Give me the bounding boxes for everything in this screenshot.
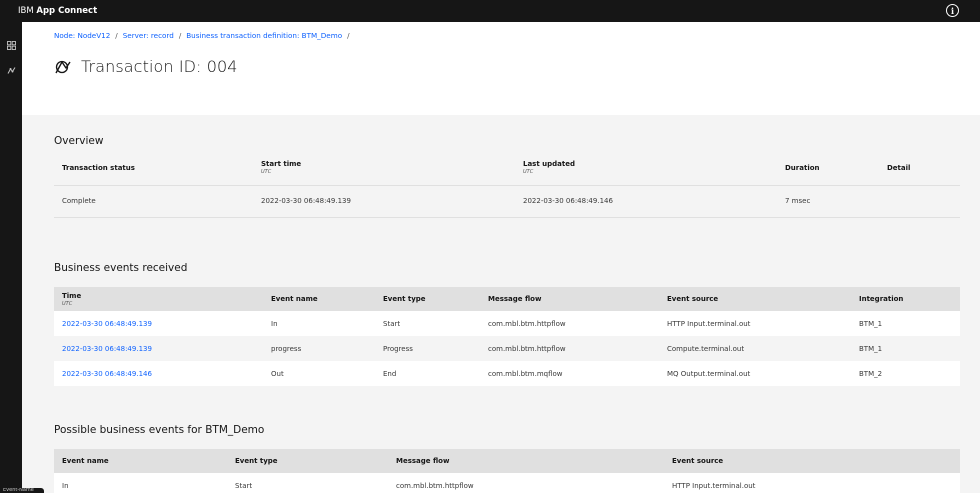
message-flow-cell: com.mbl.btm.httpflow — [488, 319, 566, 328]
message-flow-cell: com.mbl.btm.httpflow — [396, 481, 474, 490]
overview-header-row: Transaction status Start time UTC Last up… — [54, 151, 960, 185]
event-name-cell: In — [62, 481, 69, 490]
column-header-start-time: Start time UTC — [261, 160, 302, 176]
event-time-link[interactable]: 2022-03-30 06:48:49.146 — [62, 370, 152, 378]
page-header: Node: NodeV12 / Server: record / Busines… — [22, 22, 980, 115]
breadcrumb-separator: / — [178, 31, 182, 40]
event-source-cell: MQ Output.terminal.out — [667, 369, 751, 378]
column-header-event-source[interactable]: Event source — [659, 287, 851, 311]
column-header-time[interactable]: Time UTC — [54, 287, 263, 311]
event-source-cell: HTTP Input.terminal.out — [672, 481, 756, 490]
business-events-table: Time UTC Event name Event type Message fl… — [54, 287, 960, 386]
breadcrumb-node[interactable]: Node: NodeV12 — [54, 31, 110, 40]
column-header-event-name[interactable]: Event name — [54, 449, 227, 473]
integration-cell: BTM_2 — [859, 369, 883, 378]
page-title-row: Transaction ID: 004 — [54, 57, 238, 76]
table-row: 2022-03-30 06:48:49.139 In Start com.mbl… — [54, 311, 960, 336]
message-flow-cell: com.mbl.btm.httpflow — [488, 344, 566, 353]
overview-title: Overview — [54, 135, 104, 147]
column-header-detail: Detail — [887, 163, 911, 172]
event-source-cell: Compute.terminal.out — [667, 344, 745, 353]
possible-header-row: Event name Event type Message flow Event… — [54, 449, 960, 473]
event-name-cell: Out — [271, 369, 284, 378]
duration-cell: 7 msec — [785, 197, 811, 205]
events-title: Business events received — [54, 262, 188, 274]
column-header-message-flow[interactable]: Message flow — [388, 449, 664, 473]
integration-cell: BTM_1 — [859, 344, 883, 353]
possible-events-title: Possible business events for BTM_Demo — [54, 424, 265, 436]
transaction-status-cell: Complete — [62, 197, 96, 205]
event-name-cell: progress — [271, 344, 302, 353]
table-row: 2022-03-30 06:48:49.139 progress Progres… — [54, 336, 960, 361]
message-flow-cell: com.mbl.btm.mqflow — [488, 369, 563, 378]
integration-cell: BTM_1 — [859, 319, 883, 328]
event-time-link[interactable]: 2022-03-30 06:48:49.139 — [62, 320, 152, 328]
breadcrumb-definition[interactable]: Business transaction definition: BTM_Dem… — [186, 31, 342, 40]
table-row: In Start com.mbl.btm.httpflow HTTP Input… — [54, 473, 960, 493]
breadcrumb: Node: NodeV12 / Server: record / Busines… — [54, 31, 355, 40]
footer-chip: Event-Name — [0, 488, 44, 493]
column-header-integration[interactable]: Integration — [851, 287, 960, 311]
event-type-cell: Start — [383, 319, 401, 328]
side-navigation — [0, 22, 22, 493]
column-header-duration: Duration — [785, 163, 820, 172]
overview-table: Transaction status Start time UTC Last up… — [54, 151, 960, 218]
event-source-cell: HTTP Input.terminal.out — [667, 319, 751, 328]
transaction-flow-icon — [55, 60, 71, 73]
top-header-bar: IBM App Connect i — [0, 0, 980, 22]
table-row: 2022-03-30 06:48:49.146 Out End com.mbl.… — [54, 361, 960, 386]
brand-prefix: IBM — [18, 6, 34, 16]
event-name-cell: In — [271, 319, 278, 328]
breadcrumb-separator: / — [347, 31, 350, 40]
table-row: Complete 2022-03-30 06:48:49.139 2022-03… — [54, 185, 960, 217]
events-header-row: Time UTC Event name Event type Message fl… — [54, 287, 960, 311]
brand-name: App Connect — [36, 6, 98, 16]
column-header-event-type[interactable]: Event type — [227, 449, 388, 473]
column-header-event-source[interactable]: Event source — [664, 449, 960, 473]
column-header-event-name[interactable]: Event name — [263, 287, 375, 311]
column-header-last-updated: Last updated UTC — [523, 160, 575, 176]
event-time-link[interactable]: 2022-03-30 06:48:49.139 — [62, 345, 152, 353]
info-icon[interactable]: i — [946, 4, 959, 17]
event-type-cell: End — [383, 369, 397, 378]
start-time-cell: 2022-03-30 06:48:49.139 — [261, 197, 351, 205]
business-transaction-icon[interactable] — [5, 64, 17, 76]
column-header-transaction-status: Transaction status — [62, 163, 135, 172]
breadcrumb-server[interactable]: Server: record — [123, 31, 174, 40]
column-header-event-type[interactable]: Event type — [375, 287, 480, 311]
last-updated-cell: 2022-03-30 06:48:49.146 — [523, 197, 613, 205]
dashboard-icon[interactable] — [5, 39, 17, 51]
event-type-cell: Progress — [383, 344, 413, 353]
possible-events-table: Event name Event type Message flow Event… — [54, 449, 960, 493]
breadcrumb-separator: / — [115, 31, 118, 40]
column-header-message-flow[interactable]: Message flow — [480, 287, 659, 311]
event-type-cell: Start — [235, 481, 253, 490]
detail-cell — [879, 185, 960, 217]
brand-logo[interactable]: IBM App Connect — [0, 6, 97, 16]
page-title: Transaction ID: 004 — [81, 57, 238, 76]
footer-chip-label: Event-Name — [3, 488, 34, 493]
